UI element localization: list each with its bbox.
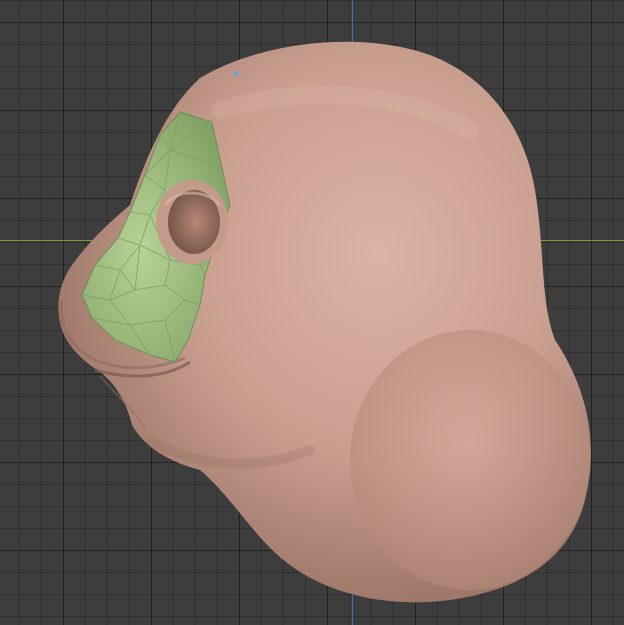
brush-cursor-marker bbox=[233, 71, 239, 77]
3d-viewport[interactable] bbox=[0, 0, 624, 625]
cheek-bulge bbox=[350, 330, 590, 590]
sculpt-head-model[interactable] bbox=[0, 0, 624, 625]
